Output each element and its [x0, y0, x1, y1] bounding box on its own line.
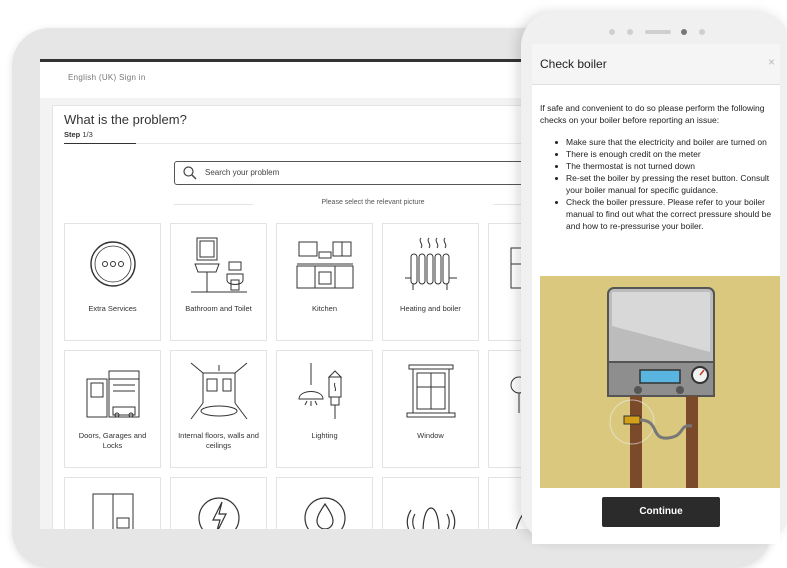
modal-title: Check boiler [540, 57, 607, 71]
page-title: What is the problem? [64, 112, 187, 127]
list-item: There is enough credit on the meter [540, 148, 778, 160]
garage-icon [86, 370, 140, 418]
tile-label: Extra Services [88, 304, 137, 313]
list-item: Re-set the boiler by pressing the reset … [540, 172, 778, 196]
tile-water[interactable] [276, 477, 373, 529]
dots-circle-icon [90, 241, 136, 287]
boiler-icon [607, 287, 715, 488]
tile-extra-services[interactable]: Extra Services [64, 223, 161, 341]
tile-label: Bathroom and Toilet [185, 304, 252, 313]
topbar-text: English (UK) Sign in [68, 73, 146, 82]
radiator-icon [405, 237, 457, 290]
sensor-dot-2 [699, 29, 705, 35]
tile-label: Doors, Garages and Locks [78, 431, 147, 450]
tile-label: Internal floors, walls and ceilings [178, 431, 259, 450]
select-hint: Please select the relevant picture [253, 199, 493, 206]
step-indicator: Step 1/3 [64, 130, 93, 139]
speaker-grill [645, 30, 671, 34]
tile-heating[interactable]: Heating and boiler [382, 223, 479, 341]
phone-screen: Check boiler × If safe and convenient to… [532, 44, 780, 544]
tile-lighting[interactable]: Lighting [276, 350, 373, 468]
step-label: Step [64, 130, 81, 139]
tile-label: Kitchen [311, 304, 338, 313]
search-placeholder: Search your problem [205, 168, 280, 177]
close-icon[interactable]: × [768, 55, 775, 69]
list-item: Check the boiler pressure. Please refer … [540, 196, 778, 232]
kitchen-icon [296, 241, 354, 289]
list-item: The thermostat is not turned down [540, 160, 778, 172]
search-icon [183, 166, 197, 180]
tile-label: Heating and boiler [400, 304, 461, 313]
step-value: 1/3 [82, 130, 93, 139]
list-item: Make sure that the electricity and boile… [540, 136, 778, 148]
tile-doors-garages[interactable]: Doors, Garages and Locks [64, 350, 161, 468]
tile-label: Window [417, 431, 444, 440]
alarm-icon [406, 507, 456, 529]
room-icon [190, 362, 248, 420]
tile-kitchen[interactable]: Kitchen [276, 223, 373, 341]
door-icon [92, 493, 134, 529]
modal-intro: If safe and convenient to do so please p… [540, 103, 765, 125]
tile-label: Lighting [311, 431, 338, 440]
camera-dot [609, 29, 615, 35]
continue-button[interactable]: Continue [602, 497, 720, 527]
tile-bathroom[interactable]: Bathroom and Toilet [170, 223, 267, 341]
tile-electricity[interactable] [170, 477, 267, 529]
front-camera [681, 29, 687, 35]
bathroom-icon [191, 237, 247, 293]
search-input[interactable]: Search your problem [174, 161, 556, 185]
check-list: Make sure that the electricity and boile… [540, 136, 778, 232]
lamp-icon [298, 363, 343, 419]
step-progress [64, 143, 136, 144]
water-drop-icon [304, 497, 346, 529]
sensor-dot [627, 29, 633, 35]
electricity-icon [198, 497, 240, 529]
tile-floors-walls[interactable]: Internal floors, walls and ceilings [170, 350, 267, 468]
boiler-illustration [540, 276, 780, 488]
phone-frame: Check boiler × If safe and convenient to… [521, 12, 787, 544]
tile-window[interactable]: Window [382, 350, 479, 468]
tile-door[interactable] [64, 477, 161, 529]
window-icon [406, 364, 456, 418]
tile-alarm[interactable] [382, 477, 479, 529]
modal-header: Check boiler × [532, 44, 780, 85]
